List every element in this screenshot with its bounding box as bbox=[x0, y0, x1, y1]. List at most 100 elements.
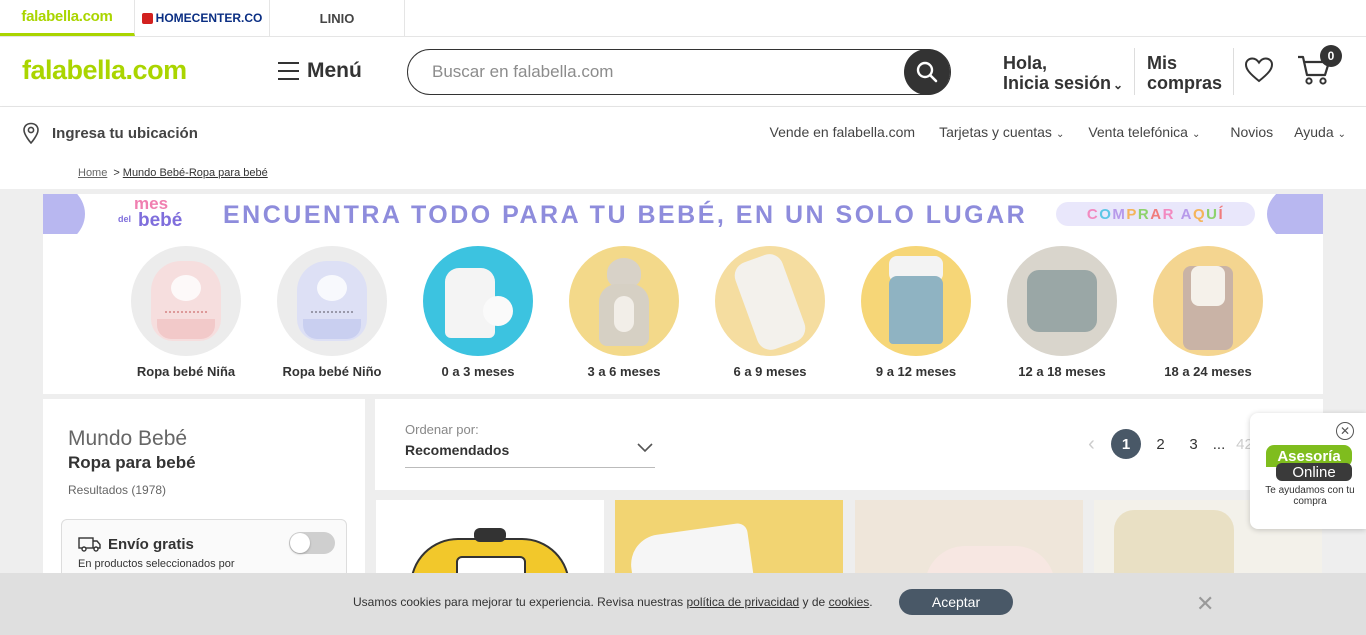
chat-description: Te ayudamos con tu compra bbox=[1265, 485, 1355, 507]
mes-del-bebe-logo: mes del bebé bbox=[118, 194, 194, 232]
my-purchases-button[interactable]: Mis compras bbox=[1147, 53, 1222, 93]
cta-letter: A bbox=[1150, 205, 1163, 223]
search-input[interactable] bbox=[432, 62, 892, 82]
page-ellipsis: ... bbox=[1212, 435, 1226, 453]
free-shipping-toggle[interactable] bbox=[289, 532, 335, 554]
category-image bbox=[569, 246, 679, 356]
subnav-item-wedding[interactable]: Novios bbox=[1230, 124, 1273, 140]
category-item[interactable]: Ropa bebé Niño bbox=[259, 246, 405, 379]
main-header: falabella.com Menú Hola, Inicia sesión⌄ … bbox=[0, 37, 1366, 107]
page-button[interactable]: 1 bbox=[1111, 429, 1141, 459]
cta-letter: Q bbox=[1192, 205, 1207, 223]
category-image bbox=[277, 246, 387, 356]
accept-cookies-button[interactable]: Aceptar bbox=[899, 589, 1013, 615]
menu-label: Menú bbox=[307, 59, 362, 82]
category-label: 9 a 12 meses bbox=[875, 364, 957, 379]
results-toolbar: Ordenar por: Recomendados ‹ 1 2 3 ... 42 bbox=[375, 399, 1323, 490]
wishlist-button[interactable] bbox=[1244, 56, 1274, 89]
category-item[interactable]: 18 a 24 meses bbox=[1135, 246, 1281, 379]
logo-text: del bbox=[118, 214, 132, 224]
category-title: Mundo Bebé bbox=[68, 427, 188, 450]
subnav-item-help[interactable]: Ayuda ⌄ bbox=[1294, 124, 1346, 140]
category-image bbox=[131, 246, 241, 356]
category-image bbox=[1153, 246, 1263, 356]
sort-underline bbox=[405, 467, 655, 468]
category-item[interactable]: 3 a 6 meses bbox=[551, 246, 697, 379]
search-bar bbox=[407, 49, 951, 95]
banner-decoration bbox=[43, 194, 85, 234]
chevron-down-icon: ⌄ bbox=[1055, 129, 1065, 140]
category-image bbox=[1007, 246, 1117, 356]
brand-tab-homecenter[interactable]: HOMECENTER.CO bbox=[135, 0, 270, 36]
login-greeting: Hola, bbox=[1003, 53, 1048, 73]
toggle-knob bbox=[290, 533, 310, 553]
banner-cta-button[interactable]: COMPRAR AQUÍ bbox=[1056, 202, 1255, 226]
logo-text: bebé bbox=[138, 210, 183, 231]
banner-headline: ENCUENTRA TODO PARA TU BEBÉ, EN UN SOLO … bbox=[223, 201, 1028, 229]
category-label: Ropa bebé Niño bbox=[282, 364, 382, 379]
subnav-item-phone-sales[interactable]: Venta telefónica ⌄ bbox=[1088, 124, 1200, 140]
cta-letter: R bbox=[1162, 205, 1175, 223]
hamburger-icon bbox=[278, 62, 299, 80]
site-logo[interactable]: falabella.com bbox=[22, 55, 187, 86]
subcategory-title: Ropa para bebé bbox=[68, 453, 196, 472]
category-item[interactable]: 9 a 12 meses bbox=[843, 246, 989, 379]
subnav-item-label: Tarjetas y cuentas bbox=[939, 124, 1052, 140]
header-divider bbox=[1134, 48, 1135, 95]
purchases-line1: Mis bbox=[1147, 53, 1178, 73]
cookie-message: Usamos cookies para mejorar tu experienc… bbox=[353, 595, 873, 609]
category-label: Ropa bebé Niña bbox=[136, 364, 236, 379]
login-button[interactable]: Hola, Inicia sesión ⌄ bbox=[1003, 53, 1123, 95]
breadcrumb-current[interactable]: Mundo Bebé-Ropa para bebé bbox=[123, 167, 268, 179]
subnav-item-label: Ayuda bbox=[1294, 124, 1334, 140]
category-image bbox=[861, 246, 971, 356]
privacy-policy-link[interactable]: política de privacidad bbox=[686, 595, 799, 609]
cta-letter: M bbox=[1112, 205, 1127, 223]
breadcrumb-bar: Home > Mundo Bebé-Ropa para bebé bbox=[0, 157, 1366, 189]
category-item[interactable]: Ropa bebé Niña bbox=[113, 246, 259, 379]
subnav-item-sell[interactable]: Vende en falabella.com bbox=[770, 124, 916, 140]
category-item[interactable]: 12 a 18 meses bbox=[989, 246, 1135, 379]
banner-decoration bbox=[1267, 194, 1323, 234]
page-button[interactable]: 3 bbox=[1177, 429, 1210, 459]
brand-label: HOMECENTER.CO bbox=[155, 11, 263, 25]
brand-bar: falabella.com HOMECENTER.CO LINIO bbox=[0, 0, 1366, 37]
close-icon[interactable]: ✕ bbox=[1336, 422, 1354, 440]
category-image bbox=[715, 246, 825, 356]
purchases-line2: compras bbox=[1147, 73, 1223, 93]
subnav-item-cards[interactable]: Tarjetas y cuentas ⌄ bbox=[939, 124, 1064, 140]
chat-badge-secondary: Online bbox=[1276, 463, 1352, 481]
chat-widget[interactable]: ✕ Asesoría Online Te ayudamos con tu com… bbox=[1250, 413, 1366, 529]
page-button[interactable]: 2 bbox=[1144, 429, 1177, 459]
cta-letter: O bbox=[1099, 205, 1113, 223]
promo-banner[interactable]: mes del bebé ENCUENTRA TODO PARA TU BEBÉ… bbox=[43, 194, 1323, 234]
free-shipping-title: Envío gratis bbox=[108, 536, 194, 553]
cta-letter: R bbox=[1137, 205, 1151, 223]
sort-label: Ordenar por: bbox=[405, 422, 479, 437]
truck-icon bbox=[78, 537, 101, 552]
login-label: Inicia sesión bbox=[1003, 73, 1112, 93]
chevron-down-icon: ⌄ bbox=[1113, 78, 1124, 92]
chevron-down-icon[interactable] bbox=[637, 443, 653, 453]
search-button[interactable] bbox=[904, 49, 950, 95]
prev-page-button[interactable]: ‹ bbox=[1075, 429, 1108, 459]
breadcrumb-home-link[interactable]: Home bbox=[78, 167, 107, 179]
brand-tab-falabella[interactable]: falabella.com bbox=[0, 0, 135, 36]
brand-homecenter-logo: HOMECENTER.CO bbox=[141, 11, 263, 25]
login-line: Inicia sesión ⌄ bbox=[1003, 73, 1123, 95]
cookies-policy-link[interactable]: cookies bbox=[829, 595, 870, 609]
cta-letter: U bbox=[1206, 205, 1219, 223]
brand-tab-linio[interactable]: LINIO bbox=[270, 0, 405, 36]
category-item[interactable]: 0 a 3 meses bbox=[405, 246, 551, 379]
cta-letter: C bbox=[1086, 205, 1100, 223]
sort-dropdown[interactable]: Recomendados bbox=[405, 442, 509, 458]
location-selector[interactable]: Ingresa tu ubicación bbox=[22, 122, 198, 144]
category-item[interactable]: 6 a 9 meses bbox=[697, 246, 843, 379]
secondary-nav: Vende en falabella.com Tarjetas y cuenta… bbox=[770, 124, 1346, 140]
close-icon[interactable]: ✕ bbox=[1196, 591, 1214, 617]
menu-button[interactable]: Menú bbox=[278, 59, 362, 83]
breadcrumb-separator: > bbox=[113, 167, 120, 179]
category-label: 12 a 18 meses bbox=[1018, 364, 1106, 379]
results-count: Resultados (1978) bbox=[68, 483, 167, 497]
location-label: Ingresa tu ubicación bbox=[52, 124, 198, 142]
